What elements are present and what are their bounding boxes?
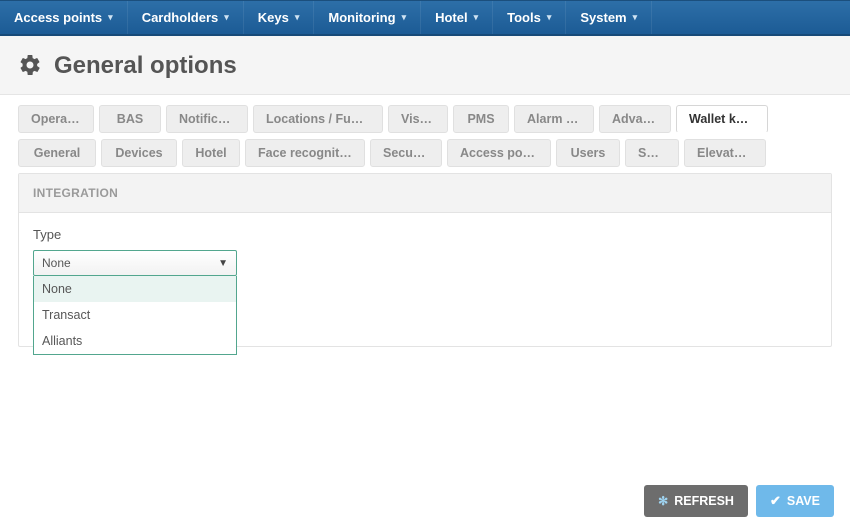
chevron-down-icon: ▾ <box>224 12 229 23</box>
type-select[interactable]: None ▼ <box>33 250 237 276</box>
subtab-access-points[interactable]: Access points <box>447 139 551 167</box>
integration-panel: INTEGRATION Type None ▼ None Transact Al… <box>18 173 832 347</box>
chevron-down-icon: ▾ <box>633 12 638 23</box>
nav-cardholders[interactable]: Cardholders ▾ <box>128 1 244 34</box>
nav-hotel[interactable]: Hotel ▾ <box>421 1 493 34</box>
panel-header: INTEGRATION <box>19 174 831 213</box>
nav-label: Hotel <box>435 10 468 25</box>
tab-notifications[interactable]: Notificati… <box>166 105 248 133</box>
type-dropdown: None Transact Alliants <box>33 276 237 355</box>
chevron-down-icon: ▾ <box>474 12 479 23</box>
tab-alarm-events[interactable]: Alarm eve… <box>514 105 594 133</box>
refresh-button[interactable]: ✻ REFRESH <box>644 485 748 517</box>
nav-tools[interactable]: Tools ▾ <box>493 1 566 34</box>
select-value: None <box>42 256 71 270</box>
refresh-label: REFRESH <box>674 494 734 508</box>
subtab-general[interactable]: General <box>18 139 96 167</box>
nav-label: Cardholders <box>142 10 219 25</box>
chevron-down-icon: ▾ <box>108 12 113 23</box>
nav-label: Tools <box>507 10 541 25</box>
tabs-row-2: General Devices Hotel Face recognition S… <box>18 139 832 167</box>
main-navbar: Access points ▾ Cardholders ▾ Keys ▾ Mon… <box>0 0 850 36</box>
save-button[interactable]: ✔ SAVE <box>756 485 834 517</box>
option-transact[interactable]: Transact <box>34 302 236 328</box>
option-none[interactable]: None <box>34 276 236 302</box>
subtab-ship[interactable]: SHIP <box>625 139 679 167</box>
nav-system[interactable]: System ▾ <box>566 1 652 34</box>
tab-operators[interactable]: Operat… <box>18 105 94 133</box>
gear-icon <box>18 53 42 80</box>
chevron-down-icon: ▾ <box>402 12 407 23</box>
page-header: General options <box>0 36 850 95</box>
subtab-devices[interactable]: Devices <box>101 139 177 167</box>
tab-pms[interactable]: PMS <box>453 105 509 133</box>
nav-label: Access points <box>14 10 102 25</box>
chevron-down-icon: ▾ <box>547 12 552 23</box>
subtab-users[interactable]: Users <box>556 139 620 167</box>
subtab-security[interactable]: Security <box>370 139 442 167</box>
nav-label: Keys <box>258 10 289 25</box>
refresh-icon: ✻ <box>658 494 668 508</box>
main-content: Operat… BAS Notificati… Locations / Func… <box>0 95 850 347</box>
nav-label: Monitoring <box>328 10 395 25</box>
tab-advanced[interactable]: Advan… <box>599 105 671 133</box>
save-label: SAVE <box>787 494 820 508</box>
nav-label: System <box>580 10 626 25</box>
page-title: General options <box>54 52 237 80</box>
check-icon: ✔ <box>770 493 781 509</box>
nav-access-points[interactable]: Access points ▾ <box>0 1 128 34</box>
tab-locations-functions[interactable]: Locations / Functi… <box>253 105 383 133</box>
chevron-down-icon: ▾ <box>295 12 300 23</box>
type-label: Type <box>33 227 817 242</box>
option-alliants[interactable]: Alliants <box>34 328 236 354</box>
chevron-down-icon: ▼ <box>218 258 228 269</box>
nav-monitoring[interactable]: Monitoring ▾ <box>314 1 421 34</box>
subtab-hotel[interactable]: Hotel <box>182 139 240 167</box>
tab-wallet-keys[interactable]: Wallet keys <box>676 105 768 133</box>
footer-actions: ✻ REFRESH ✔ SAVE <box>644 485 834 517</box>
panel-body: Type None ▼ None Transact Alliants <box>19 213 831 346</box>
tabs-row-1: Operat… BAS Notificati… Locations / Func… <box>18 105 832 133</box>
subtab-elevators[interactable]: Elevators <box>684 139 766 167</box>
tab-visitors[interactable]: Visit… <box>388 105 448 133</box>
subtab-face-recognition[interactable]: Face recognition <box>245 139 365 167</box>
nav-keys[interactable]: Keys ▾ <box>244 1 315 34</box>
tab-bas[interactable]: BAS <box>99 105 161 133</box>
